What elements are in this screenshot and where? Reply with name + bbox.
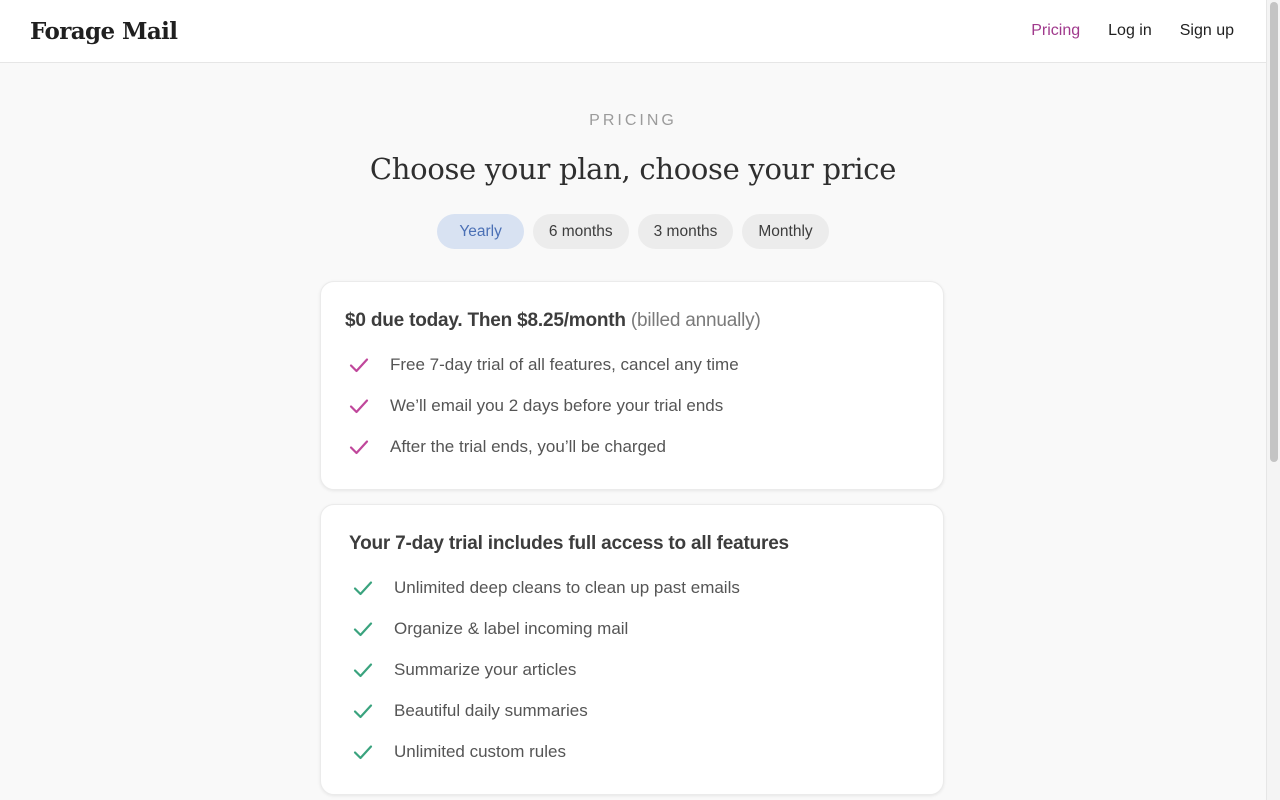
check-icon <box>353 580 373 595</box>
page-title: Choose your plan, choose your price <box>369 152 897 186</box>
check-icon <box>353 744 373 759</box>
tab-monthly[interactable]: Monthly <box>742 214 829 249</box>
list-item-text: Beautiful daily summaries <box>394 700 588 720</box>
price-line: $0 due today. Then $8.25/month <box>345 310 626 331</box>
scroll-area: Forage Mail Pricing Log in Sign up PRICI… <box>0 0 1266 800</box>
nav-login-link[interactable]: Log in <box>1108 22 1152 40</box>
vertical-scrollbar[interactable] <box>1266 0 1280 800</box>
tab-6-months[interactable]: 6 months <box>532 214 629 249</box>
logo[interactable]: Forage Mail <box>30 18 178 45</box>
tab-yearly[interactable]: Yearly <box>437 214 524 249</box>
list-item-text: We’ll email you 2 days before your trial… <box>390 395 724 415</box>
check-icon <box>349 439 369 454</box>
list-item-text: Free 7-day trial of all features, cancel… <box>390 354 739 374</box>
page: Forage Mail Pricing Log in Sign up PRICI… <box>0 0 1280 800</box>
list-item: We’ll email you 2 days before your trial… <box>345 385 919 426</box>
nav-pricing-link[interactable]: Pricing <box>1031 22 1080 40</box>
list-item: Unlimited custom rules <box>349 731 919 772</box>
plan-price-card: $0 due today. Then $8.25/month (billed a… <box>320 281 944 490</box>
list-item: Summarize your articles <box>349 649 919 690</box>
top-nav: Pricing Log in Sign up <box>1003 22 1234 40</box>
list-item-text: Organize & label incoming mail <box>394 618 629 638</box>
features-card: Your 7-day trial includes full access to… <box>320 504 944 795</box>
list-item-text: After the trial ends, you’ll be charged <box>390 436 666 456</box>
list-item-text: Summarize your articles <box>394 659 577 679</box>
check-icon <box>353 662 373 677</box>
list-item: Organize & label incoming mail <box>349 608 919 649</box>
list-item: After the trial ends, you’ll be charged <box>345 426 919 467</box>
list-item-text: Unlimited deep cleans to clean up past e… <box>394 577 740 597</box>
tab-3-months[interactable]: 3 months <box>637 214 734 249</box>
list-item: Beautiful daily summaries <box>349 690 919 731</box>
check-icon <box>353 621 373 636</box>
billing-note: (billed annually) <box>630 310 761 331</box>
scrollbar-thumb[interactable] <box>1270 2 1278 462</box>
site-header: Forage Mail Pricing Log in Sign up <box>0 0 1266 63</box>
check-icon <box>353 703 373 718</box>
section-eyebrow: PRICING <box>589 112 677 129</box>
list-item: Unlimited deep cleans to clean up past e… <box>349 567 919 608</box>
list-item: Free 7-day trial of all features, cancel… <box>345 344 919 385</box>
check-icon <box>349 357 369 372</box>
list-item-text: Unlimited custom rules <box>394 741 566 761</box>
nav-signup-link[interactable]: Sign up <box>1180 22 1234 40</box>
billing-period-tabs: Yearly 6 months 3 months Monthly <box>0 214 1266 249</box>
features-heading: Your 7-day trial includes full access to… <box>349 533 789 554</box>
check-icon <box>349 398 369 413</box>
price-heading: $0 due today. Then $8.25/month (billed a… <box>345 310 919 332</box>
